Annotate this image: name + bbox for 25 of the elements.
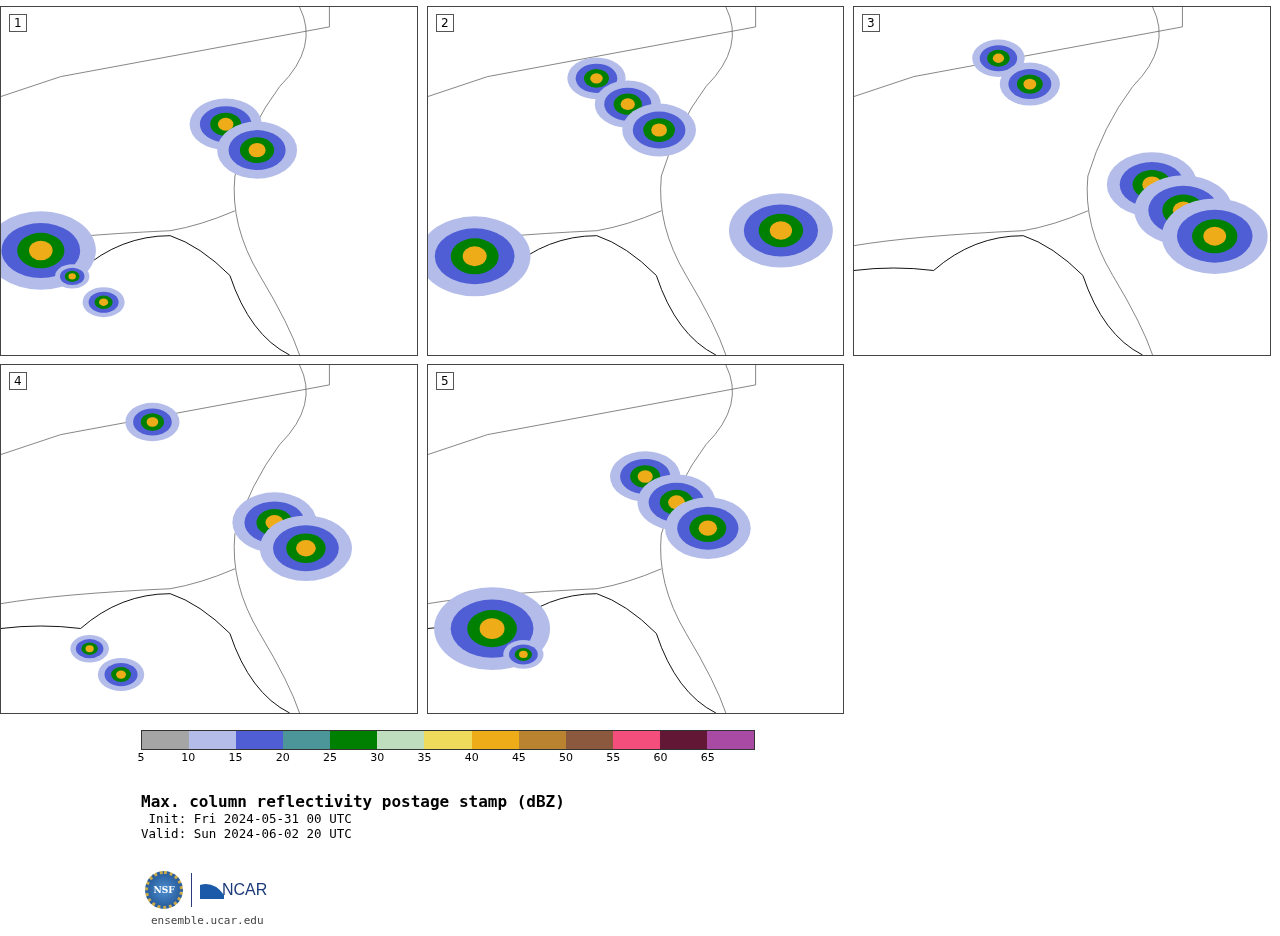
swoosh-icon: [200, 881, 224, 899]
tick-label: 15: [228, 751, 243, 764]
tick-label: 60: [653, 751, 668, 764]
tick-label: 5: [137, 751, 145, 764]
tick-label: 50: [559, 751, 574, 764]
tick-label: 20: [275, 751, 290, 764]
valid-time: Valid: Sun 2024-06-02 20 UTC: [141, 826, 353, 841]
tick-label: 35: [417, 751, 432, 764]
tick-label: 25: [322, 751, 337, 764]
seal-logo: NSF: [145, 871, 183, 909]
tick-label: 30: [370, 751, 385, 764]
tick-label: 45: [511, 751, 526, 764]
footer-link[interactable]: ensemble.ucar.edu: [151, 914, 264, 927]
wordmark: NCAR: [222, 881, 268, 899]
chart-title: Max. column reflectivity postage stamp (dBZ): [141, 792, 566, 811]
panel-number: 4: [9, 372, 27, 390]
tick-label: 10: [181, 751, 196, 764]
panel-number: 5: [436, 372, 454, 390]
panel-number: 1: [9, 14, 27, 32]
tick-label: 65: [700, 751, 715, 764]
init-time: Init: Fri 2024-05-31 00 UTC: [147, 811, 353, 826]
panel-number: 2: [436, 14, 454, 32]
tick-label: 40: [464, 751, 479, 764]
tick-label: 55: [606, 751, 621, 764]
panel-number: 3: [862, 14, 880, 32]
